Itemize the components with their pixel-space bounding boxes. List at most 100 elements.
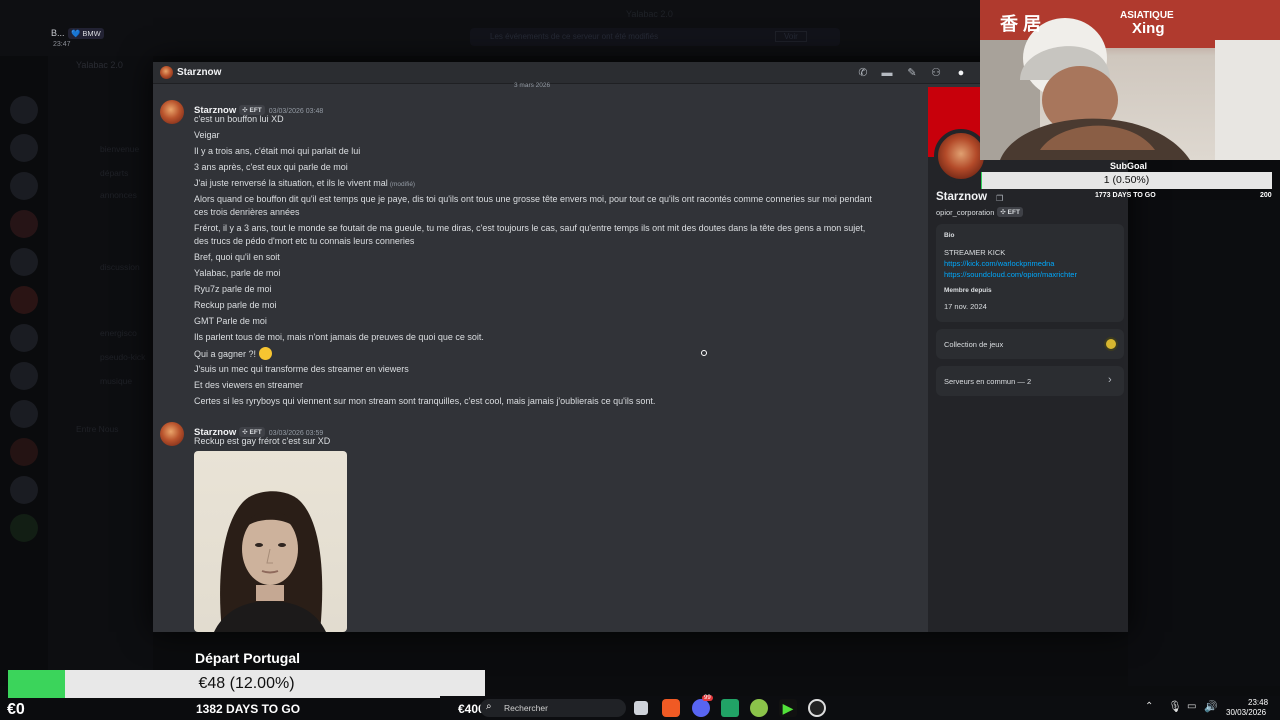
- message-line: Ils parlent tous de moi, mais n'ont jama…: [194, 332, 484, 342]
- message-line: Reckup parle de moi: [194, 300, 277, 310]
- background-notice-button: Voir: [775, 31, 807, 42]
- message-line: GMT Parle de moi: [194, 316, 267, 326]
- profile-panel: Starznow ❐ opior_corporation ✣ EFT Bio ST…: [928, 87, 1128, 632]
- background-channel: bienvenue: [100, 144, 140, 154]
- game-app-icon[interactable]: [750, 699, 768, 717]
- background-user-badge: 💙 BMW: [68, 28, 104, 39]
- games-collection-label: Collection de jeux: [944, 340, 1004, 349]
- message-line: Et des viewers en streamer: [194, 380, 304, 390]
- add-member-icon[interactable]: ⚇: [930, 67, 942, 79]
- background-top-center: Yalabac 2.0: [626, 9, 673, 19]
- search-placeholder: Rechercher: [504, 703, 548, 713]
- mutual-servers-button[interactable]: Serveurs en commun — 2 ›: [936, 366, 1124, 396]
- bio-text: STREAMER KICK: [944, 248, 1006, 257]
- server-icon: [10, 438, 38, 466]
- date-divider: 3 mars 2026: [514, 82, 551, 89]
- message-avatar[interactable]: [160, 422, 184, 446]
- webcam-feed: 香 居 ASIATIQUE Xing: [980, 0, 1280, 160]
- brave-browser-icon[interactable]: [662, 699, 680, 717]
- goal-bar: €48 (12.00%): [8, 670, 485, 698]
- discord-badge: 99: [702, 695, 713, 701]
- goal-days: 1382 DAYS TO GO: [196, 702, 301, 716]
- background-channel: pseudo-kick: [100, 352, 146, 362]
- smile-emoji-icon: [258, 347, 272, 360]
- clock-time[interactable]: 23:48: [1248, 698, 1268, 707]
- member-since-label: Membre depuis: [944, 287, 992, 294]
- obs-icon[interactable]: [808, 699, 826, 717]
- profile-icon[interactable]: ●: [955, 67, 967, 79]
- display-icon[interactable]: ▭: [1187, 701, 1196, 712]
- games-collection-button[interactable]: Collection de jeux: [936, 329, 1124, 359]
- server-icon: [10, 286, 38, 314]
- profile-name: Starznow: [936, 191, 988, 203]
- clock-date[interactable]: 30/03/2026: [1226, 708, 1266, 717]
- message-line: Alors quand ce bouffon dit qu'il est tem…: [194, 194, 872, 204]
- media-player-icon[interactable]: ▶: [779, 699, 797, 717]
- message-line: 3 ans après, c'est eux qui parle de moi: [194, 162, 348, 172]
- background-category: Entre Nous: [76, 424, 119, 434]
- attached-photo[interactable]: [194, 451, 347, 632]
- subgoal-target: 200: [1260, 192, 1272, 199]
- server-icon: [10, 476, 38, 504]
- background-notice-text: Les événements de ce serveur ont été mod…: [490, 32, 659, 41]
- task-view-icon[interactable]: [634, 701, 648, 715]
- cam-sign-text2: Xing: [1132, 20, 1165, 37]
- background-channel: discussion: [100, 262, 140, 272]
- background-member-list: [1128, 200, 1280, 686]
- message-line: J'suis un mec qui transforme des streame…: [194, 364, 409, 374]
- cam-sign-chars: 香 居: [1000, 14, 1042, 34]
- speaker-icon[interactable]: 🔊: [1204, 700, 1218, 713]
- server-icon: [10, 172, 38, 200]
- message-line: Ryu7z parle de moi: [194, 284, 272, 294]
- mutual-servers-label: Serveurs en commun — 2: [944, 377, 1032, 386]
- spreadsheet-icon[interactable]: [721, 699, 739, 717]
- subgoal-label: SubGoal: [1110, 161, 1148, 171]
- message-line: Frérot, il y a 3 ans, tout le monde se f…: [194, 223, 866, 233]
- discord-icon[interactable]: 99: [692, 695, 713, 717]
- edited-label: (modifié): [389, 181, 416, 188]
- mouse-cursor: [701, 350, 707, 356]
- server-icon: [10, 514, 38, 542]
- server-icon: [10, 248, 38, 276]
- server-icon: [10, 400, 38, 428]
- profile-username: opior_corporation: [936, 208, 995, 217]
- profile-username-row: opior_corporation ✣ EFT: [936, 207, 1023, 217]
- background-server-title: Yalabac 2.0: [76, 60, 123, 70]
- bio-card: Bio STREAMER KICK https://kick.com/warlo…: [936, 224, 1124, 322]
- profile-tag: ✣ EFT: [997, 207, 1023, 217]
- background-user-name: B...: [51, 28, 65, 38]
- server-icon: [10, 210, 38, 238]
- call-icon[interactable]: ✆: [857, 67, 869, 79]
- message-line: Yalabac, parle de moi: [194, 268, 281, 278]
- taskbar-search[interactable]: ⌕ Rechercher: [480, 699, 626, 717]
- message-line-edited: J'ai juste renversé la situation, et ils…: [194, 177, 914, 191]
- pin-icon[interactable]: ✎: [906, 67, 918, 79]
- subgoal-text: 1 (0.50%): [1103, 174, 1150, 186]
- member-since-date: 17 nov. 2024: [944, 302, 987, 311]
- microphone-icon[interactable]: 🎙: [1168, 700, 1182, 713]
- bio-link-soundcloud[interactable]: https://soundcloud.com/opior/maxrichter: [944, 270, 1077, 279]
- chevron-up-icon[interactable]: ⌃: [1145, 701, 1153, 712]
- copy-icon[interactable]: ❐: [996, 194, 1003, 203]
- background-channel: annonces: [100, 190, 137, 200]
- background-channel: départs: [100, 168, 129, 178]
- background-user-time: 23:47: [53, 41, 71, 48]
- chevron-right-icon: ›: [1108, 374, 1112, 386]
- tag-text: EFT: [1007, 209, 1020, 216]
- game-badge-icon: [1104, 337, 1118, 351]
- message-line: des trucs de pédo d'mort etc tu connais …: [194, 236, 415, 246]
- message-avatar[interactable]: [160, 100, 184, 124]
- message-line: ces trois denrières années: [194, 207, 300, 217]
- video-icon[interactable]: ▬: [881, 67, 893, 79]
- server-icon: [10, 96, 38, 124]
- server-icon: [10, 324, 38, 352]
- portrait-illustration: [214, 491, 326, 632]
- message-line-emoji: Qui a gagner ?!: [194, 347, 914, 360]
- header-avatar: [160, 66, 173, 79]
- bio-link-kick[interactable]: https://kick.com/warlockprimedna: [944, 259, 1054, 268]
- message-line: c'est un bouffon lui XD: [194, 114, 284, 124]
- message-line: Veigar: [194, 130, 220, 140]
- message-text: Qui a gagner ?!: [194, 349, 257, 359]
- goal-title: Départ Portugal: [195, 650, 301, 666]
- dm-title: Starznow: [177, 67, 222, 78]
